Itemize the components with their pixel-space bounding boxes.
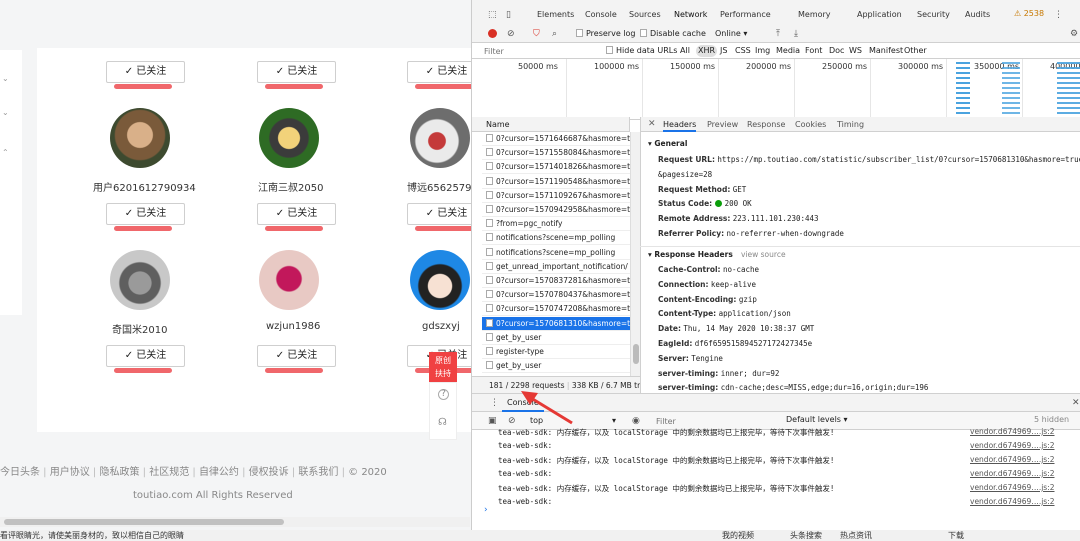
bottom-bar-item[interactable]: 热点资讯 bbox=[840, 530, 872, 541]
bottom-bar-item[interactable]: 下载 bbox=[948, 530, 964, 541]
bottom-bar-item[interactable]: 头条搜索 bbox=[790, 530, 822, 541]
arrow-line bbox=[530, 396, 573, 425]
os-bottom-bar: 看评眼睛光，请使美丽身材的，致以相信自己的眼睛 我的视频 头条搜索 热点资讯 下载 bbox=[0, 530, 1080, 541]
arrow-head bbox=[521, 391, 538, 405]
bottom-bar-item[interactable]: 我的视频 bbox=[722, 530, 754, 541]
annotation-arrow bbox=[521, 391, 573, 425]
marquee-text: 看评眼睛光，请使美丽身材的，致以相信自己的眼睛 bbox=[0, 531, 184, 540]
